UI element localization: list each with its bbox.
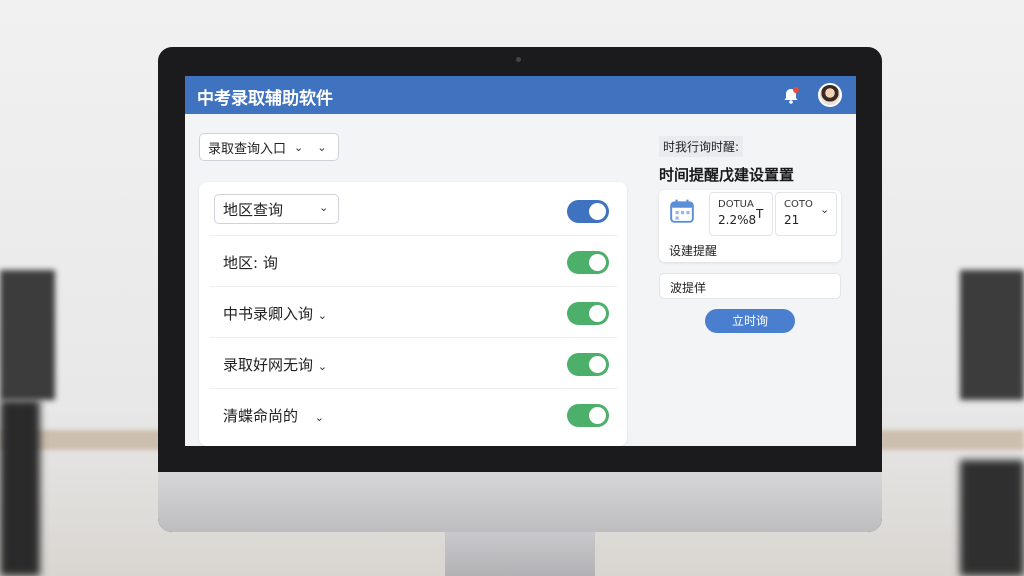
chevron-down-icon: ⌄ bbox=[294, 140, 304, 154]
set-reminder-label: 设建提醒 bbox=[669, 244, 718, 258]
list-item-text: 清蝶命尚的 bbox=[223, 407, 299, 425]
title-bar: 中考录取辅助软件 bbox=[185, 76, 856, 114]
list-item-label: 地区查询 bbox=[223, 200, 284, 219]
date-picker[interactable]: DOTUA 2.2%8 T bbox=[709, 192, 773, 236]
note-field[interactable]: 波提佯 bbox=[659, 273, 841, 299]
toggle-knob bbox=[589, 356, 606, 373]
user-avatar[interactable] bbox=[818, 83, 842, 107]
time-value: 21 bbox=[784, 213, 800, 227]
calendar-icon[interactable] bbox=[669, 198, 695, 224]
time-picker[interactable]: COTO 21 ⌄ bbox=[775, 192, 837, 236]
monitor-chin bbox=[158, 472, 882, 532]
background-monitor-left bbox=[0, 270, 55, 400]
bell-icon[interactable] bbox=[781, 86, 801, 106]
chevron-down-icon[interactable]: ⌄ bbox=[315, 411, 324, 424]
app-window: 中考录取辅助软件 录取查询入口 ⌄ ⌄ 地区查询 ⌄ 地区: 询 中书录卿入询 bbox=[185, 76, 856, 446]
list-item-label: 录取好网无询 ⌄ bbox=[223, 354, 327, 375]
toggle-knob bbox=[589, 203, 606, 220]
toggle-switch[interactable] bbox=[567, 200, 609, 223]
background-monitor-right bbox=[960, 270, 1024, 400]
background-chair-right bbox=[960, 460, 1024, 576]
list-item-text: 录取好网无询 bbox=[223, 356, 314, 374]
list-item: 清蝶命尚的 ⌄ bbox=[209, 390, 617, 440]
query-settings-card: 地区查询 ⌄ 地区: 询 中书录卿入询 ⌄ 录取好网无询 ⌄ 清蝶命尚的 ⌄ bbox=[199, 182, 627, 446]
toggle-switch[interactable] bbox=[567, 251, 609, 274]
confirm-button[interactable]: 立时询 bbox=[705, 309, 795, 333]
list-item-label: 中书录卿入询 ⌄ bbox=[223, 303, 327, 324]
toggle-switch[interactable] bbox=[567, 404, 609, 427]
list-item: 地区查询 ⌄ bbox=[209, 186, 617, 236]
date-t-label: T bbox=[756, 207, 764, 221]
chevron-down-icon: ⌄ bbox=[319, 201, 329, 214]
app-title: 中考录取辅助软件 bbox=[197, 89, 333, 109]
list-item: 中书录卿入询 ⌄ bbox=[209, 288, 617, 338]
toggle-switch[interactable] bbox=[567, 353, 609, 376]
list-item-label: 清蝶命尚的 ⌄ bbox=[223, 405, 324, 426]
list-item: 地区: 询 bbox=[209, 237, 617, 287]
reminder-heading: 时间提醒戊建设置置 bbox=[659, 166, 795, 184]
entry-select[interactable]: 录取查询入口 ⌄ ⌄ bbox=[199, 133, 339, 161]
monitor-stand bbox=[445, 532, 595, 576]
time-small-label: COTO bbox=[784, 199, 813, 210]
reminder-datetime-card: DOTUA 2.2%8 T COTO 21 ⌄ 设建提醒 bbox=[659, 190, 841, 262]
chevron-down-icon[interactable]: ⌄ bbox=[318, 360, 327, 373]
toggle-switch[interactable] bbox=[567, 302, 609, 325]
chevron-down-icon: ⌄ bbox=[317, 140, 327, 154]
webcam bbox=[516, 57, 521, 62]
background-desk-right bbox=[880, 430, 1024, 450]
chevron-down-icon: ⌄ bbox=[820, 203, 830, 216]
list-item-text: 中书录卿入询 bbox=[223, 305, 314, 323]
chevron-down-icon[interactable]: ⌄ bbox=[318, 309, 327, 322]
entry-select-label: 录取查询入口 bbox=[208, 141, 287, 157]
toggle-knob bbox=[589, 305, 606, 322]
background-chair-left bbox=[0, 400, 40, 576]
toggle-knob bbox=[589, 407, 606, 424]
date-value: 2.2%8 bbox=[718, 213, 757, 227]
list-item-label: 地区: 询 bbox=[223, 254, 278, 272]
toggle-knob bbox=[589, 254, 606, 271]
date-small-label: DOTUA bbox=[718, 199, 754, 210]
region-query-dropdown[interactable]: 地区查询 ⌄ bbox=[214, 194, 339, 224]
reminder-top-label: 时我行询时醒: bbox=[659, 136, 744, 157]
list-item: 录取好网无询 ⌄ bbox=[209, 339, 617, 389]
